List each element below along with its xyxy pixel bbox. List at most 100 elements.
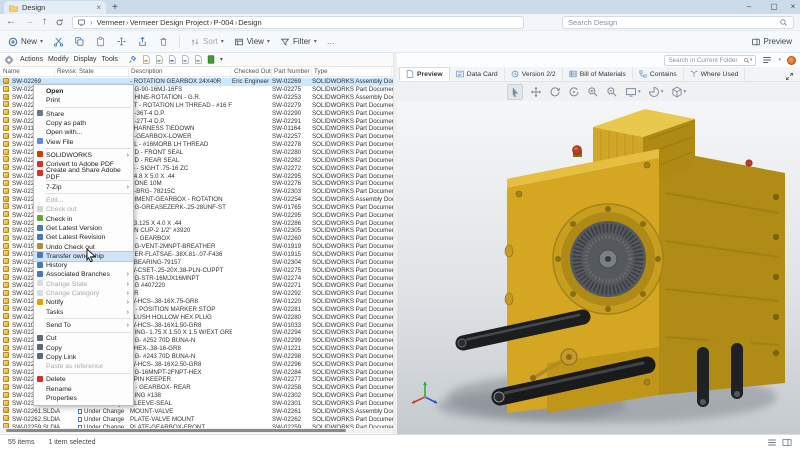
search-input[interactable]: Search Design	[562, 16, 794, 29]
column-header-part-number[interactable]: Part Number	[274, 68, 312, 76]
zoom-in-tool[interactable]	[587, 86, 599, 98]
check-out-icon[interactable]	[142, 55, 150, 64]
context-menu-item-history[interactable]: History	[34, 261, 133, 270]
context-menu-item-notify[interactable]: Notify›	[34, 298, 133, 307]
folder-search-input[interactable]: Search in Current Folder ▾	[664, 55, 756, 66]
minimize-button[interactable]: –	[737, 0, 761, 13]
column-header-name[interactable]: Name	[3, 68, 55, 76]
user-avatar[interactable]	[787, 56, 796, 65]
context-menu-item-transfer-ownership[interactable]: Transfer ownership	[34, 252, 133, 261]
tab-where-used[interactable]: Where Used	[684, 67, 746, 81]
pin-icon[interactable]	[128, 55, 137, 64]
context-menu-item-cut[interactable]: Cut	[34, 334, 133, 343]
cut-icon[interactable]	[53, 36, 64, 47]
column-header-state[interactable]: State	[79, 68, 129, 76]
maximize-button[interactable]: ▢	[762, 0, 786, 13]
model-viewport[interactable]	[397, 101, 800, 434]
view-file-icon[interactable]	[181, 55, 189, 64]
thumbnail-view-icon[interactable]	[782, 438, 792, 447]
fit-screen-tool[interactable]: ▾	[625, 86, 641, 98]
tab-close-icon[interactable]: ×	[96, 3, 101, 12]
context-menu-item-send-to[interactable]: Send To›	[34, 321, 133, 330]
tab-version-2-2[interactable]: Version 2/2	[505, 67, 563, 81]
preview-toggle-button[interactable]: Preview	[751, 37, 792, 47]
forward-icon[interactable]: →	[24, 17, 34, 27]
filter-button[interactable]: Filter▾	[280, 37, 317, 47]
breadcrumb[interactable]: › Vermeer›Vermeer Design Project›P-004›D…	[72, 16, 524, 29]
close-button[interactable]: ×	[786, 0, 800, 13]
column-header-description[interactable]: Description	[131, 68, 231, 76]
context-menu-item-copy-as-path[interactable]: Copy as path	[34, 119, 133, 128]
list-options-icon[interactable]	[762, 56, 772, 64]
context-menu-item-print[interactable]: Print	[34, 96, 133, 105]
view-button[interactable]: View▾	[234, 37, 270, 47]
column-header-type[interactable]: Type	[314, 68, 392, 76]
display-menu[interactable]: Display	[74, 56, 97, 63]
actions-menu[interactable]: Actions	[20, 56, 43, 63]
add-file-icon[interactable]	[194, 55, 202, 64]
delete-icon[interactable]	[158, 36, 169, 47]
rename-icon[interactable]	[116, 36, 127, 47]
context-menu-item-check-in[interactable]: Check in	[34, 215, 133, 224]
context-menu-item-solidworks[interactable]: SOLIDWORKS›	[34, 151, 133, 160]
breadcrumb-segment-vermeer[interactable]: Vermeer	[97, 18, 125, 27]
scrollbar-thumb[interactable]	[6, 429, 346, 432]
breadcrumb-segment-p-004[interactable]: P-004	[214, 18, 234, 27]
breadcrumb-segment-vermeer-design-project[interactable]: Vermeer Design Project	[130, 18, 209, 27]
tab-contains[interactable]: Contains	[633, 67, 684, 81]
context-menu-item-tasks[interactable]: Tasks›	[34, 308, 133, 317]
rotate-about-axis-tool[interactable]	[568, 86, 580, 98]
up-icon[interactable]: ↑	[42, 17, 47, 27]
explorer-tab-design[interactable]: Design ×	[4, 1, 106, 14]
dropdown-caret-icon[interactable]: ▾	[684, 89, 687, 95]
breadcrumb-segment-design[interactable]: Design	[238, 18, 261, 27]
context-menu-item-associated-branches[interactable]: Associated Branches›	[34, 270, 133, 279]
select-tool[interactable]	[507, 84, 523, 100]
sort-button[interactable]: Sort▾	[190, 37, 224, 47]
context-menu-item-copy[interactable]: Copy	[34, 343, 133, 352]
context-menu-item-undo-check-out[interactable]: Undo Check out	[34, 242, 133, 251]
get-latest-version-icon[interactable]	[168, 55, 176, 64]
zoom-out-tool[interactable]	[606, 86, 618, 98]
context-menu-item-create-and-share-adobe-pdf[interactable]: Create and Share Adobe PDF	[34, 169, 133, 178]
tab-bill-of-materials[interactable]: Bill of Materials	[563, 67, 633, 81]
details-view-icon[interactable]	[767, 438, 777, 447]
copy-icon[interactable]	[74, 36, 85, 47]
back-icon[interactable]: ←	[6, 17, 16, 27]
dropdown-caret-icon[interactable]: ▾	[638, 89, 641, 95]
dropdown-icon[interactable]: ▾	[220, 57, 223, 63]
table-row[interactable]: SW-02262.SLDPRTAUnder ChangePLATE-VALVE …	[0, 415, 393, 423]
rotate-tool[interactable]	[549, 86, 561, 98]
expand-panel-icon[interactable]	[785, 72, 798, 81]
context-menu-item-rename[interactable]: Rename	[34, 385, 133, 394]
context-menu-item-get-latest-version[interactable]: Get Latest Version	[34, 224, 133, 233]
new-button[interactable]: New▾	[8, 37, 43, 47]
tab-data-card[interactable]: Data Card	[450, 67, 505, 81]
paste-icon[interactable]	[95, 36, 106, 47]
modify-menu[interactable]: Modify	[48, 56, 69, 63]
column-header-checked-out-by[interactable]: Checked Out By	[234, 68, 272, 76]
context-menu-item-share[interactable]: Share	[34, 110, 133, 119]
search-options-caret[interactable]: ▾	[750, 57, 753, 63]
tab-preview[interactable]: Preview	[399, 67, 450, 81]
context-menu-item-properties[interactable]: Properties	[34, 394, 133, 403]
solidworks-file-icon[interactable]	[207, 55, 215, 64]
view-orientation-tool[interactable]: ▾	[671, 86, 687, 98]
context-menu-item-7-zip[interactable]: 7-Zip›	[34, 183, 133, 192]
share-icon[interactable]	[137, 36, 148, 47]
refresh-icon[interactable]	[55, 18, 64, 27]
table-row[interactable]: SW-02261.SLDASMAUnder ChangeMOUNT-VALVES…	[0, 407, 393, 415]
column-header-revisio[interactable]: Revisio...	[57, 68, 77, 76]
more-button[interactable]: …	[327, 37, 336, 46]
context-menu-item-get-latest-revision[interactable]: Get Latest Revision	[34, 233, 133, 242]
section-view-tool[interactable]: ▾	[648, 86, 664, 98]
pan-tool[interactable]	[530, 86, 542, 98]
context-menu-item-view-file[interactable]: View File	[34, 137, 133, 146]
context-menu-item-open-with[interactable]: Open with...	[34, 128, 133, 137]
dropdown-caret-icon[interactable]: ▾	[661, 89, 664, 95]
context-menu-item-delete[interactable]: Delete	[34, 375, 133, 384]
context-menu-item-copy-link[interactable]: Copy Link	[34, 353, 133, 362]
context-menu-item-open[interactable]: Open	[34, 87, 133, 96]
tools-menu[interactable]: Tools	[102, 56, 118, 63]
check-in-icon[interactable]	[155, 55, 163, 64]
